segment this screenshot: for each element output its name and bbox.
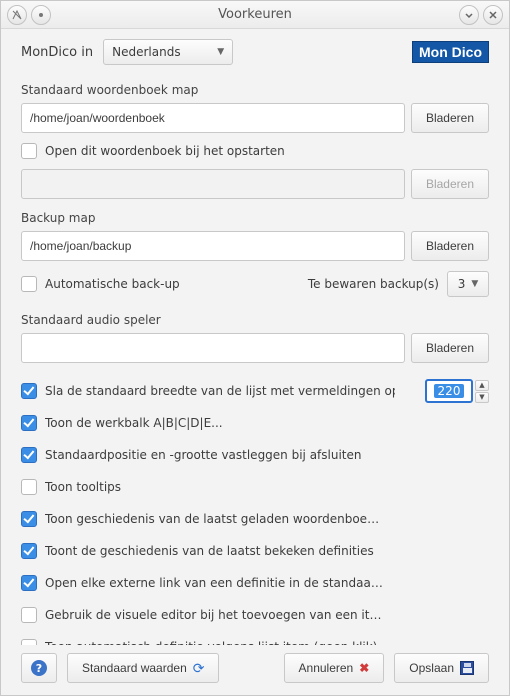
auto-backup-label: Automatische back-up — [45, 277, 180, 291]
save-button[interactable]: Opslaan — [394, 653, 489, 683]
x-icon: ✖ — [359, 661, 369, 675]
history-dicts-checkbox[interactable] — [21, 511, 37, 527]
width-value: 220 — [434, 384, 465, 398]
open-on-start-label: Open dit woordenboek bij het opstarten — [45, 144, 285, 158]
content-area: MonDico in Nederlands ▼ Mon Dico Standaa… — [1, 29, 509, 645]
open-on-start-checkbox[interactable] — [21, 143, 37, 159]
chevron-down-icon: ▼ — [217, 47, 224, 57]
preferences-window: Voorkeuren MonDico in Nederlands ▼ Mon D… — [0, 0, 510, 696]
save-width-label: Sla de standaard breedte van de lijst me… — [45, 384, 395, 398]
cancel-label: Annuleren — [299, 661, 354, 675]
minimize-icon[interactable] — [459, 5, 479, 25]
logo: Mon Dico — [412, 41, 489, 63]
app-label: MonDico in — [21, 45, 93, 60]
close-icon[interactable] — [483, 5, 503, 25]
titlebar-dot-icon[interactable] — [31, 5, 51, 25]
backup-folder-input[interactable] — [21, 231, 405, 261]
backup-label: Backup map — [21, 211, 489, 225]
defaults-label: Standaard waarden — [82, 661, 187, 675]
tooltips-checkbox[interactable] — [21, 479, 37, 495]
toolbar-label: Toon de werkbalk A|B|C|D|E... — [45, 416, 223, 430]
position-label: Standaardpositie en -grootte vastleggen … — [45, 448, 362, 462]
extern-link-checkbox[interactable] — [21, 575, 37, 591]
titlebar-app-icon[interactable] — [7, 5, 27, 25]
defaults-button[interactable]: Standaard waarden ⟳ — [67, 653, 219, 683]
floppy-icon — [460, 661, 474, 675]
history-dicts-label: Toon geschiedenis van de laatst geladen … — [45, 512, 385, 526]
chevron-down-icon: ▼ — [471, 279, 478, 289]
history-defs-checkbox[interactable] — [21, 543, 37, 559]
help-button[interactable]: ? — [21, 653, 57, 683]
audio-player-input[interactable] — [21, 333, 405, 363]
position-checkbox[interactable] — [21, 447, 37, 463]
width-step-up[interactable]: ▲ — [475, 380, 489, 391]
cancel-button[interactable]: Annuleren ✖ — [284, 653, 385, 683]
toolbar-checkbox[interactable] — [21, 415, 37, 431]
dict-browse2-button: Bladeren — [411, 169, 489, 199]
extern-link-label: Open elke externe link van een definitie… — [45, 576, 385, 590]
language-dropdown[interactable]: Nederlands ▼ — [103, 39, 233, 65]
window-title: Voorkeuren — [51, 7, 459, 22]
dict-browse-button[interactable]: Bladeren — [411, 103, 489, 133]
width-number-input[interactable]: 220 — [425, 379, 473, 403]
save-label: Opslaan — [409, 661, 454, 675]
dict-folder-label: Standaard woordenboek map — [21, 83, 489, 97]
width-step-down[interactable]: ▼ — [475, 392, 489, 403]
dict-folder-input[interactable] — [21, 103, 405, 133]
history-defs-label: Toont de geschiedenis van de laatst beke… — [45, 544, 374, 558]
keep-backups-label: Te bewaren backup(s) — [308, 277, 439, 291]
save-width-checkbox[interactable] — [21, 383, 37, 399]
backup-browse-button[interactable]: Bladeren — [411, 231, 489, 261]
help-icon: ? — [31, 660, 47, 676]
language-value: Nederlands — [112, 45, 180, 59]
visual-editor-checkbox[interactable] — [21, 607, 37, 623]
dict-secondary-input — [21, 169, 405, 199]
auto-backup-checkbox[interactable] — [21, 276, 37, 292]
keep-backups-value: 3 — [458, 277, 466, 291]
visual-editor-label: Gebruik de visuele editor bij het toevoe… — [45, 608, 385, 622]
audio-browse-button[interactable]: Bladeren — [411, 333, 489, 363]
audio-label: Standaard audio speler — [21, 313, 489, 327]
refresh-icon: ⟳ — [193, 660, 205, 677]
tooltips-label: Toon tooltips — [45, 480, 121, 494]
keep-backups-spinner[interactable]: 3 ▼ — [447, 271, 489, 297]
bottom-bar: ? Standaard waarden ⟳ Annuleren ✖ Opslaa… — [1, 645, 509, 695]
titlebar: Voorkeuren — [1, 1, 509, 29]
